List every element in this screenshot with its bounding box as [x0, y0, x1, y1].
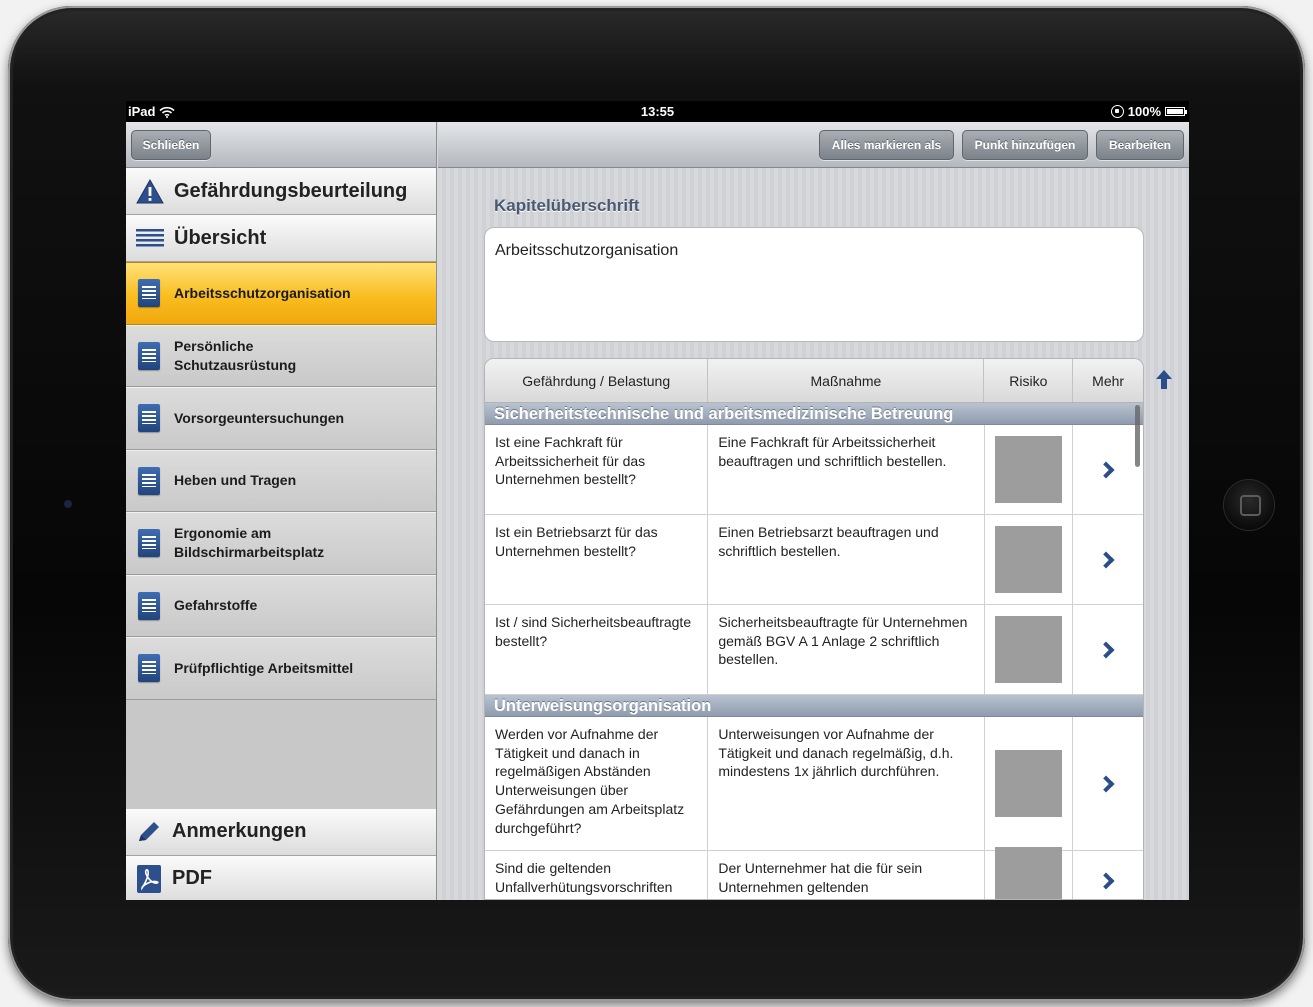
sidebar-item[interactable]: Heben und Tragen — [126, 449, 436, 512]
table-row[interactable]: Ist / sind Sicherheitsbeauftragte bestel… — [485, 605, 1143, 695]
screen: iPad 13:55 100% Schließen Gefährdungsbeu… — [126, 101, 1189, 900]
measure-cell: Der Unternehmer hat die für sein Unterne… — [708, 851, 985, 899]
warning-icon — [136, 178, 164, 203]
document-icon — [138, 341, 160, 370]
risk-cell[interactable] — [985, 605, 1074, 694]
status-bar: iPad 13:55 100% — [126, 101, 1189, 122]
main-panel: Alles markieren als Punkt hinzufügen Bea… — [438, 122, 1189, 900]
battery-icon — [1165, 107, 1187, 116]
sidebar-item[interactable]: Prüfpflichtige Arbeitsmittel — [126, 637, 436, 700]
measure-cell: Sicherheitsbeauftragte für Unternehmen g… — [708, 605, 985, 694]
column-header-measure: Maßnahme — [708, 359, 985, 402]
sidebar-item[interactable]: Gefahrstoffe — [126, 574, 436, 637]
edit-button[interactable]: Bearbeiten — [1096, 130, 1184, 160]
document-icon — [138, 466, 160, 495]
table-row[interactable]: Sind die geltenden Unfallverhütungsvorsc… — [485, 847, 1143, 899]
sidebar-item-label: Prüfpflichtige Arbeitsmittel — [174, 659, 354, 676]
sidebar-item-label: Gefahrstoffe — [174, 597, 258, 614]
risk-swatch — [994, 847, 1062, 899]
sidebar: Schließen Gefährdungsbeurteilung Übersic… — [126, 122, 437, 900]
sidebar-pdf[interactable]: PDF — [126, 855, 436, 900]
risk-swatch — [994, 526, 1062, 593]
camera — [64, 500, 72, 508]
sidebar-pdf-label: PDF — [172, 867, 212, 889]
more-button[interactable] — [1073, 605, 1143, 694]
hazard-cell: Ist eine Fachkraft für Arbeitssicherheit… — [485, 425, 709, 514]
chapter-heading-label: Kapitelüberschrift — [494, 196, 640, 215]
sidebar-item-label: Vorsorgeuntersuchungen — [174, 409, 345, 426]
risk-table: Gefährdung / Belastung Maßnahme Risiko M… — [484, 358, 1144, 900]
home-button[interactable] — [1224, 480, 1274, 530]
document-icon — [138, 654, 160, 683]
chevron-right-icon — [1097, 872, 1115, 889]
risk-cell[interactable] — [985, 717, 1074, 850]
sidebar-notes-label: Anmerkungen — [172, 820, 307, 842]
sidebar-title: Gefährdungsbeurteilung — [126, 168, 436, 215]
sidebar-item-label: Arbeitsschutzorganisation — [174, 284, 351, 301]
document-icon — [138, 529, 160, 558]
column-header-more: Mehr — [1092, 372, 1125, 389]
risk-swatch — [994, 436, 1062, 503]
chapter-heading-input[interactable]: Arbeitsschutzorganisation — [484, 227, 1144, 342]
table-group-header: Unterweisungsorganisation — [485, 695, 1143, 717]
risk-cell[interactable] — [985, 847, 1074, 899]
document-icon — [138, 404, 160, 433]
add-point-button[interactable]: Punkt hinzufügen — [962, 130, 1088, 160]
list-icon — [136, 229, 164, 247]
more-button[interactable] — [1073, 515, 1143, 604]
hazard-cell: Sind die geltenden Unfallverhütungsvorsc… — [485, 851, 709, 899]
sidebar-item[interactable]: Ergonomie am Bildschirmarbeitsplatz — [126, 512, 436, 575]
measure-cell: Eine Fachkraft für Arbeitssicherheit bea… — [708, 425, 985, 514]
mark-all-button[interactable]: Alles markieren als — [819, 130, 954, 160]
sidebar-empty-area — [126, 699, 436, 809]
risk-swatch — [994, 616, 1062, 683]
table-row[interactable]: Werden vor Aufnahme der Tätigkeit und da… — [485, 717, 1143, 851]
arrow-up-icon[interactable] — [1152, 367, 1176, 391]
main-toolbar: Alles markieren als Punkt hinzufügen Bea… — [438, 122, 1189, 168]
orientation-lock-icon — [1110, 105, 1124, 118]
column-header-risk: Risiko — [984, 359, 1074, 402]
hazard-cell: Ist ein Betriebsarzt für das Unternehmen… — [485, 515, 709, 604]
sidebar-item[interactable]: Arbeitsschutzorganisation — [126, 262, 436, 325]
close-button[interactable]: Schließen — [131, 130, 211, 160]
clock: 13:55 — [640, 104, 675, 119]
risk-cell[interactable] — [985, 425, 1074, 514]
sidebar-item[interactable]: Persönliche Schutzausrüstung — [126, 324, 436, 387]
sidebar-item[interactable]: Vorsorgeuntersuchungen — [126, 387, 436, 450]
table-group-header: Sicherheitstechnische und arbeitsmedizin… — [485, 403, 1143, 425]
chevron-right-icon — [1097, 641, 1115, 658]
chevron-right-icon — [1097, 461, 1115, 478]
more-button[interactable] — [1073, 717, 1143, 850]
sidebar-title-label: Gefährdungsbeurteilung — [174, 179, 408, 202]
risk-cell[interactable] — [985, 515, 1074, 604]
sidebar-overview[interactable]: Übersicht — [126, 215, 436, 262]
pdf-icon — [137, 864, 161, 893]
chevron-right-icon — [1097, 551, 1115, 568]
sidebar-overview-label: Übersicht — [174, 226, 267, 249]
sidebar-item-label: Persönliche Schutzausrüstung — [174, 337, 297, 373]
document-icon — [138, 591, 160, 620]
battery-percent: 100% — [1127, 104, 1161, 119]
table-scrollbar[interactable] — [1135, 405, 1140, 467]
pencil-icon — [139, 821, 159, 841]
more-button[interactable] — [1073, 851, 1143, 899]
sidebar-notes[interactable]: Anmerkungen — [126, 808, 436, 856]
sidebar-navbar: Schließen — [126, 122, 436, 168]
sidebar-item-label: Ergonomie am Bildschirmarbeitsplatz — [174, 525, 325, 561]
more-button[interactable] — [1073, 425, 1143, 514]
hazard-cell: Ist / sind Sicherheitsbeauftragte bestel… — [485, 605, 709, 694]
document-icon — [138, 279, 160, 308]
sidebar-item-label: Heben und Tragen — [174, 472, 297, 489]
measure-cell: Unterweisungen vor Aufnahme der Tätigkei… — [708, 717, 985, 850]
hazard-cell: Werden vor Aufnahme der Tätigkeit und da… — [485, 717, 709, 850]
chevron-right-icon — [1097, 775, 1115, 792]
table-row[interactable]: Ist ein Betriebsarzt für das Unternehmen… — [485, 515, 1143, 605]
column-header-hazard: Gefährdung / Belastung — [485, 359, 709, 402]
table-row[interactable]: Ist eine Fachkraft für Arbeitssicherheit… — [485, 425, 1143, 515]
table-header: Gefährdung / Belastung Maßnahme Risiko M… — [485, 359, 1143, 403]
risk-swatch — [994, 750, 1062, 817]
measure-cell: Einen Betriebsarzt beauftragen und schri… — [708, 515, 985, 604]
